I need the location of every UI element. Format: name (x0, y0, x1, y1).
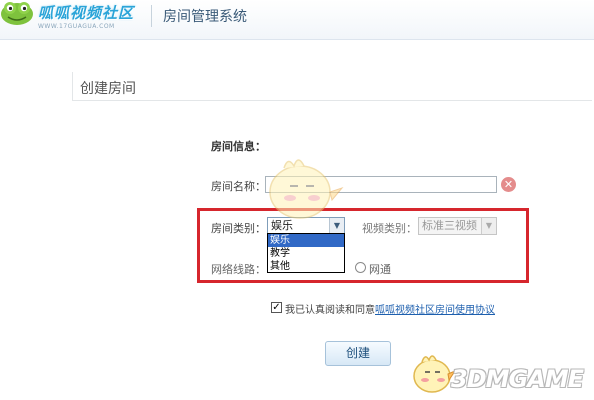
clear-icon[interactable]: ✕ (501, 177, 516, 192)
logo-text: 呱呱视频社区 (38, 4, 135, 22)
agree-label: 我已认真阅读和同意 (285, 305, 375, 316)
title-rule-left (72, 72, 73, 100)
create-button[interactable]: 创建 (325, 341, 391, 366)
system-title: 房间管理系统 (163, 9, 247, 25)
header-divider (151, 5, 152, 27)
logo-url: WWW.17GUAGUA.COM (38, 23, 115, 30)
room-name-label: 房间名称： (211, 180, 266, 193)
title-rule (72, 100, 592, 101)
app-header: 呱呱视频社区 WWW.17GUAGUA.COM 房间管理系统 (0, 0, 594, 40)
page-title: 创建房间 (80, 81, 136, 97)
highlight-box (197, 208, 529, 283)
agree-checkbox[interactable]: ✓ (271, 302, 282, 313)
chick-watermark-icon (269, 159, 344, 219)
frog-logo-icon (1, 2, 33, 25)
section-label: 房间信息： (211, 140, 266, 153)
chick-logo-icon (413, 355, 456, 393)
agreement-link[interactable]: 呱呱视频社区房间使用协议 (375, 305, 495, 316)
agree-text: 我已认真阅读和同意呱呱视频社区房间使用协议 (285, 301, 495, 316)
watermark-text: 3DMGAME (451, 365, 584, 393)
